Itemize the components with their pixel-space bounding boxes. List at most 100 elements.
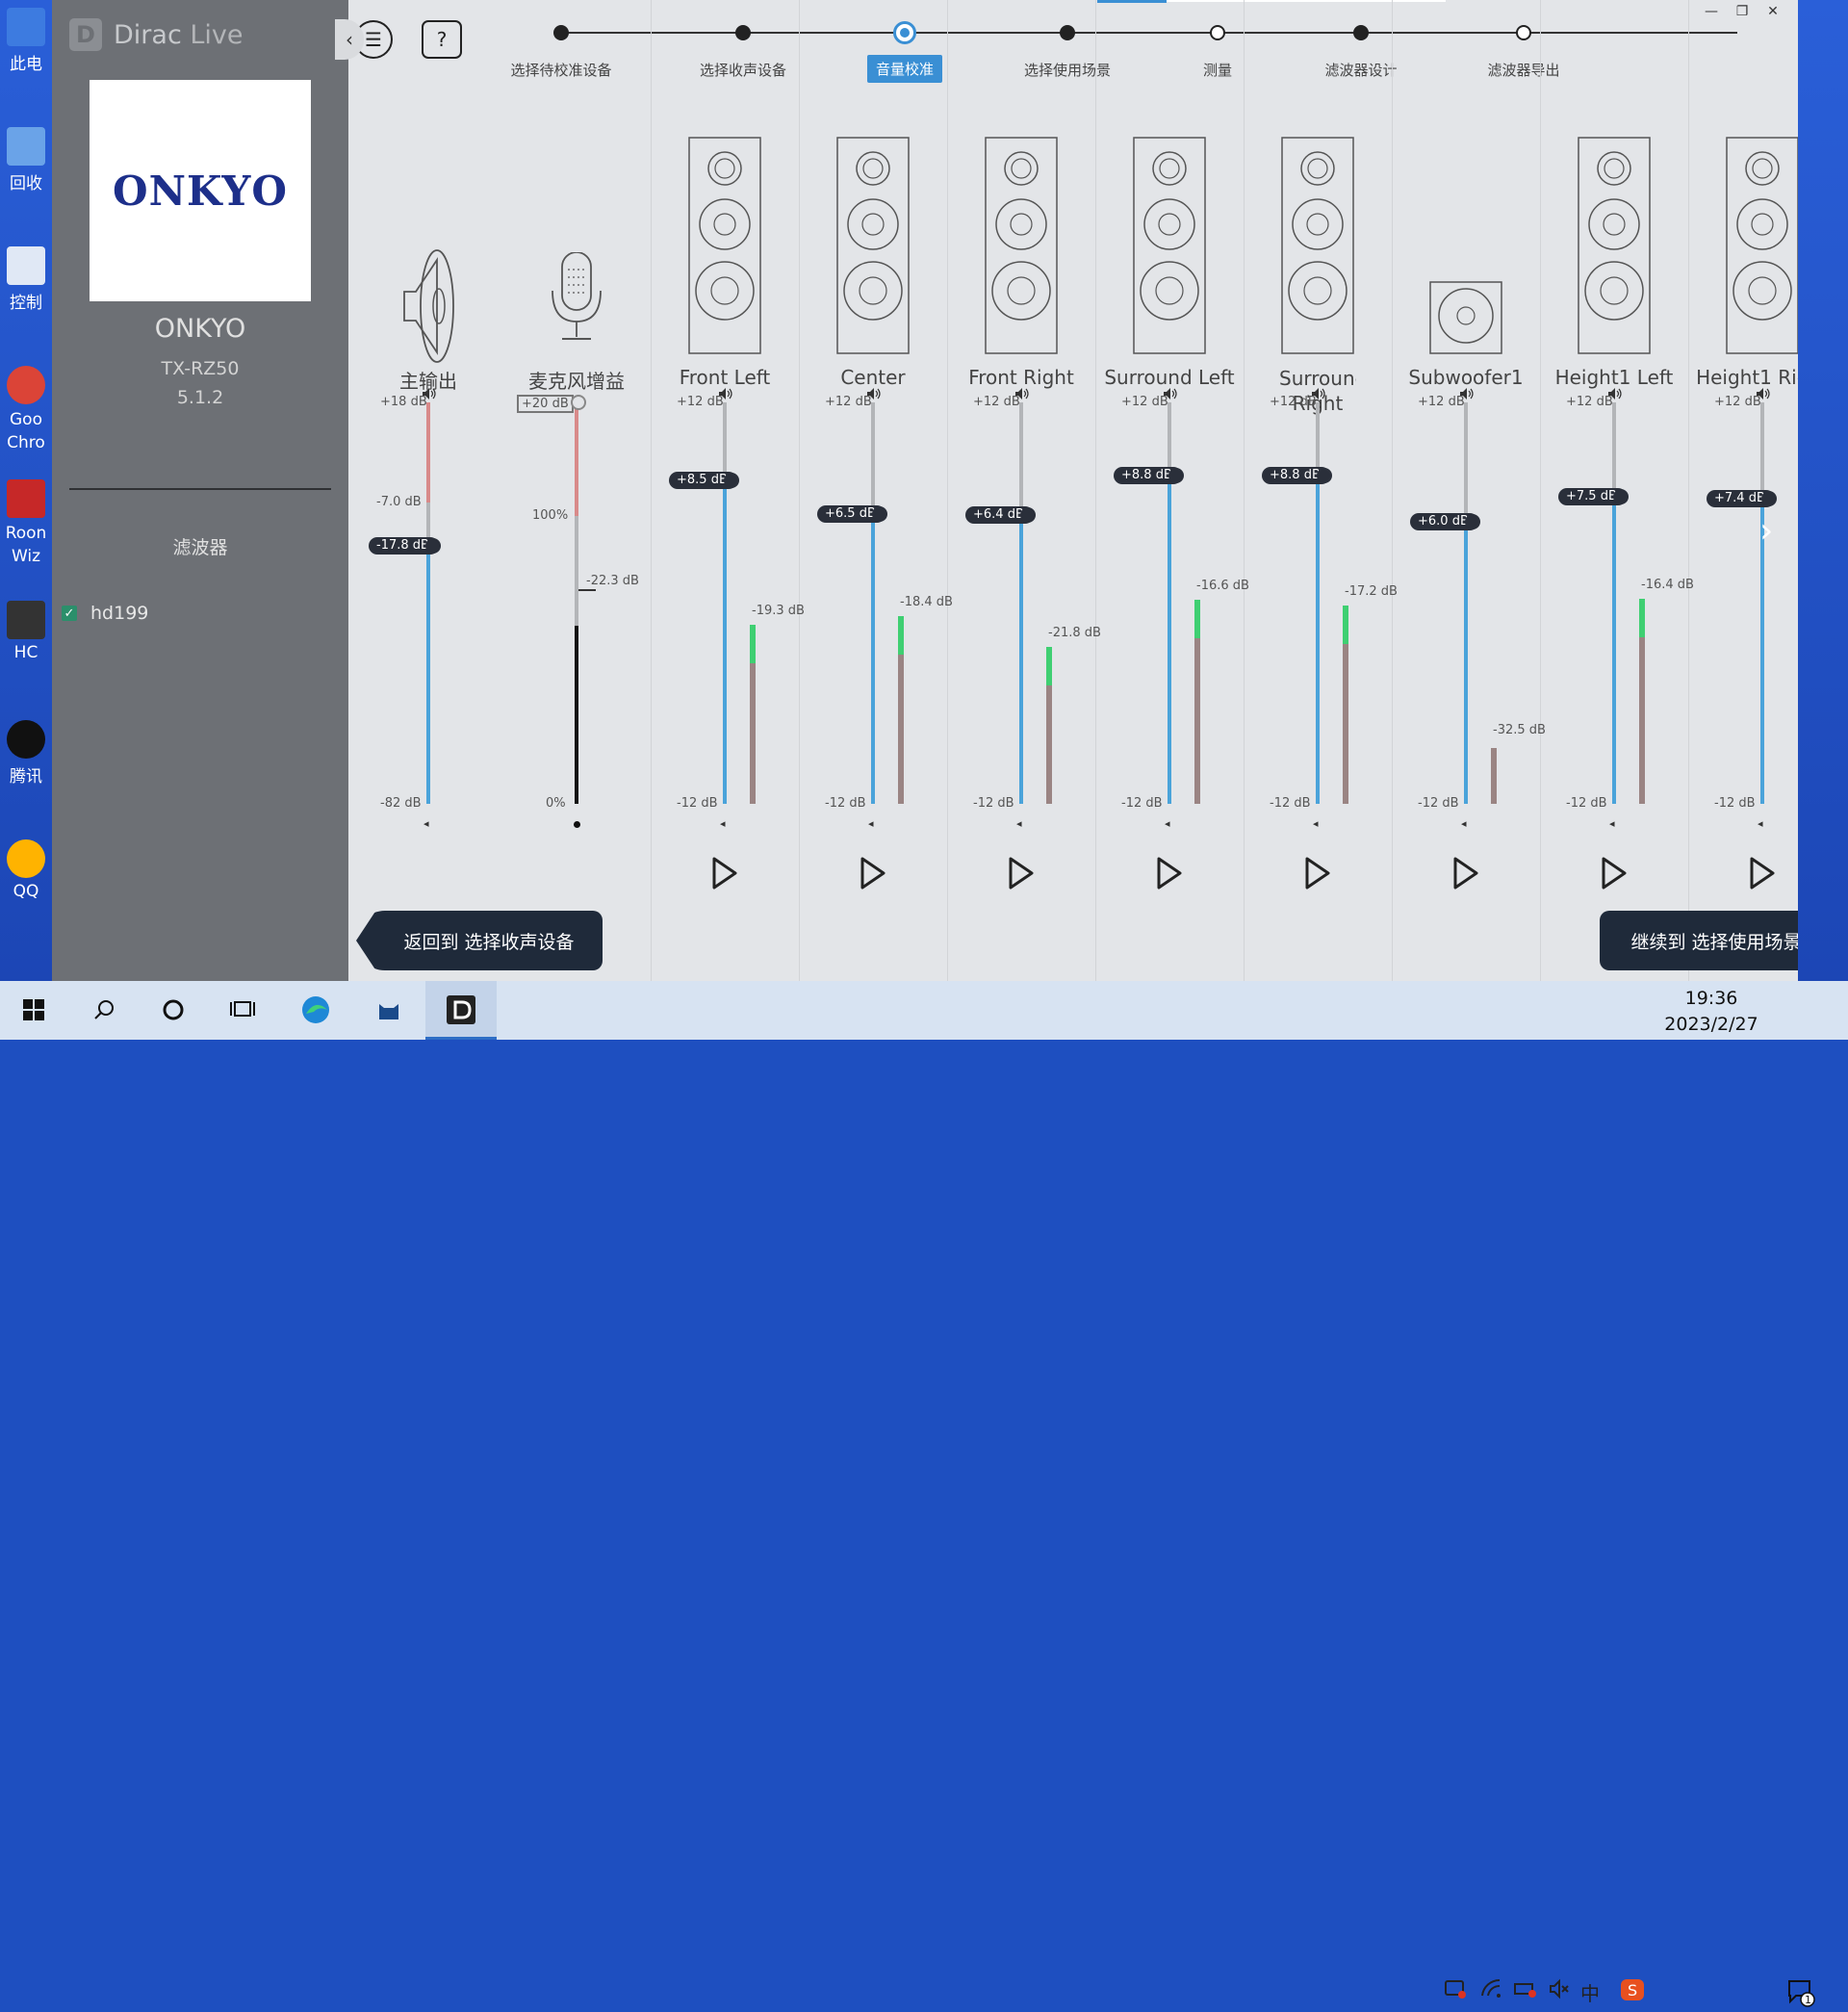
channel-name: Height1 Right (1696, 366, 1798, 389)
device-brand: ONKYO (154, 314, 246, 344)
volume-icon (1607, 387, 1623, 403)
qq-icon (7, 839, 45, 878)
slider-min-label: -12 dB (1121, 796, 1163, 811)
desktop-icon-tencent[interactable]: 腾讯 (0, 720, 52, 787)
back-button-label: 返回到 选择收声设备 (403, 931, 575, 953)
play-test-tone-button[interactable] (1304, 857, 1331, 890)
play-test-tone-button[interactable] (1749, 857, 1776, 890)
play-test-tone-button[interactable] (1601, 857, 1628, 890)
ime-indicator[interactable]: 中 (1580, 1978, 1600, 2006)
channel-gain-thumb[interactable]: +7.5 dB (1558, 488, 1629, 506)
continue-button-label: 继续到 选择使用场景 (1630, 931, 1798, 953)
scroll-right-arrow[interactable]: › (1759, 512, 1784, 551)
slider-max-label: +20 dB (517, 395, 574, 413)
channel-strip: Front Right +12 dB -12 dB ◂ +6.4 dB -21.8 dB (947, 0, 1101, 981)
desktop-icon-hc[interactable]: HC (0, 601, 52, 662)
level-meter-peak (1046, 647, 1052, 686)
task-view-icon[interactable] (227, 994, 258, 1025)
channel-gain-thumb[interactable]: +8.8 dB (1262, 466, 1332, 484)
volume-icon (1163, 387, 1178, 403)
level-meter-bar (1639, 636, 1645, 804)
device-brand-logo: ONKYO (113, 167, 288, 215)
desktop-icon-control-panel[interactable]: 控制 (0, 246, 52, 313)
chrome-icon (7, 366, 45, 404)
cat-app-icon[interactable] (373, 994, 404, 1025)
play-test-tone-button[interactable] (1452, 857, 1479, 890)
mic-gain-track-mid (575, 516, 578, 626)
dirac-live-taskbar-icon[interactable] (446, 994, 476, 1025)
slider-max-label: +12 dB (1566, 395, 1613, 409)
windows-start-icon[interactable] (18, 994, 49, 1025)
filter-list-item[interactable]: ✓ hd199 (62, 603, 148, 624)
speaker-horn-icon (395, 239, 462, 364)
channel-gain-thumb[interactable]: +8.8 dB (1114, 466, 1184, 484)
desktop-icon-label: 腾讯 (10, 767, 42, 787)
play-test-tone-button[interactable] (860, 857, 886, 890)
channel-strip: 麦克风增益 +20 dB 0% 100% -22.3 dB (502, 0, 652, 981)
channel-gain-track-fill (871, 513, 875, 804)
camera-alert-icon[interactable] (1444, 1978, 1467, 2004)
tower-speaker-icon (1281, 137, 1354, 354)
desktop-icon-label: Goo Chro (7, 410, 45, 452)
roon-icon (7, 479, 45, 518)
slider-max-label: +12 dB (1418, 395, 1465, 409)
tower-speaker-icon (688, 137, 761, 354)
play-test-tone-button[interactable] (1156, 857, 1183, 890)
volume-low-icon: ◂ (1609, 817, 1615, 830)
edge-browser-icon[interactable] (300, 994, 331, 1025)
volume-low-icon: ◂ (720, 817, 726, 830)
notification-center-icon[interactable]: 1 (1786, 1978, 1815, 2012)
slider-min-label: -12 dB (973, 796, 1014, 811)
slider-min-label: -82 dB (380, 796, 422, 811)
channel-name: Height1 Left (1554, 366, 1674, 389)
play-test-tone-button[interactable] (1008, 857, 1035, 890)
desktop-icon-this-pc[interactable]: 此电 (0, 8, 52, 74)
channel-gain-thumb[interactable]: +7.4 dB (1707, 489, 1777, 507)
master-volume-mark-label: -7.0 dB (376, 495, 422, 510)
channel-strip: Height1 Left +12 dB -12 dB ◂ +7.5 dB -16.4 dB (1540, 0, 1694, 981)
device-model: TX-RZ50 (161, 358, 240, 379)
desktop-icon-qq[interactable]: QQ (0, 839, 52, 901)
battery-icon[interactable] (1513, 1978, 1538, 2004)
master-volume-thumb[interactable]: -17.8 dB (369, 537, 441, 555)
check-icon[interactable]: ✓ (62, 606, 77, 621)
wifi-icon[interactable] (1480, 1978, 1503, 2004)
volume-low-icon: ◂ (1016, 817, 1022, 830)
slider-min-label: -12 dB (1714, 796, 1756, 811)
volume-icon (718, 387, 733, 403)
channel-name: Surround Left (1104, 366, 1235, 389)
cortana-icon[interactable] (158, 994, 189, 1025)
desktop-icon-chrome[interactable]: Goo Chro (0, 366, 52, 454)
channel-gain-thumb[interactable]: +8.5 dB (669, 471, 739, 489)
channel-name: 麦克风增益 (528, 370, 625, 393)
channel-gain-thumb[interactable]: +6.0 dB (1410, 513, 1480, 531)
volume-icon (1756, 387, 1771, 403)
channel-gain-thumb[interactable]: +6.4 dB (965, 506, 1036, 525)
clock-time[interactable]: 19:36 (1656, 988, 1767, 1009)
app-title: Dirac Live (114, 20, 244, 50)
app-title-part2: Live (181, 19, 244, 50)
sogou-icon[interactable]: S (1620, 1978, 1645, 2006)
desktop-icon-roon[interactable]: Roon Wiz (0, 479, 52, 568)
mic-gain-thumb[interactable] (571, 395, 586, 410)
mic-gain-track-over (575, 402, 578, 516)
back-button[interactable]: 返回到 选择收声设备 (356, 911, 603, 970)
channel-gain-track (1019, 402, 1023, 516)
continue-button[interactable]: 继续到 选择使用场景 (1600, 911, 1798, 970)
search-icon[interactable] (89, 994, 119, 1025)
level-meter-reading: -16.6 dB (1196, 579, 1249, 594)
play-test-tone-button[interactable] (711, 857, 738, 890)
app-logo: D Dirac Live (69, 17, 244, 52)
taskbar: 中 S 1 (0, 981, 1848, 2007)
filter-name: hd199 (90, 603, 149, 624)
clock-date[interactable]: 2023/2/27 (1656, 1014, 1767, 1035)
slider-max-label: +12 dB (825, 395, 872, 409)
channel-name: Front Left (679, 366, 771, 389)
slider-max-label: +12 dB (973, 395, 1020, 409)
mute-icon[interactable] (1548, 1978, 1571, 2004)
desktop-icon-recycle-bin[interactable]: 回收 (0, 127, 52, 193)
channel-gain-thumb[interactable]: +6.5 dB (817, 504, 887, 523)
channel-gain-track-fill (1019, 515, 1023, 804)
channel-gain-track-fill (1316, 475, 1320, 804)
tower-speaker-icon (985, 137, 1058, 354)
